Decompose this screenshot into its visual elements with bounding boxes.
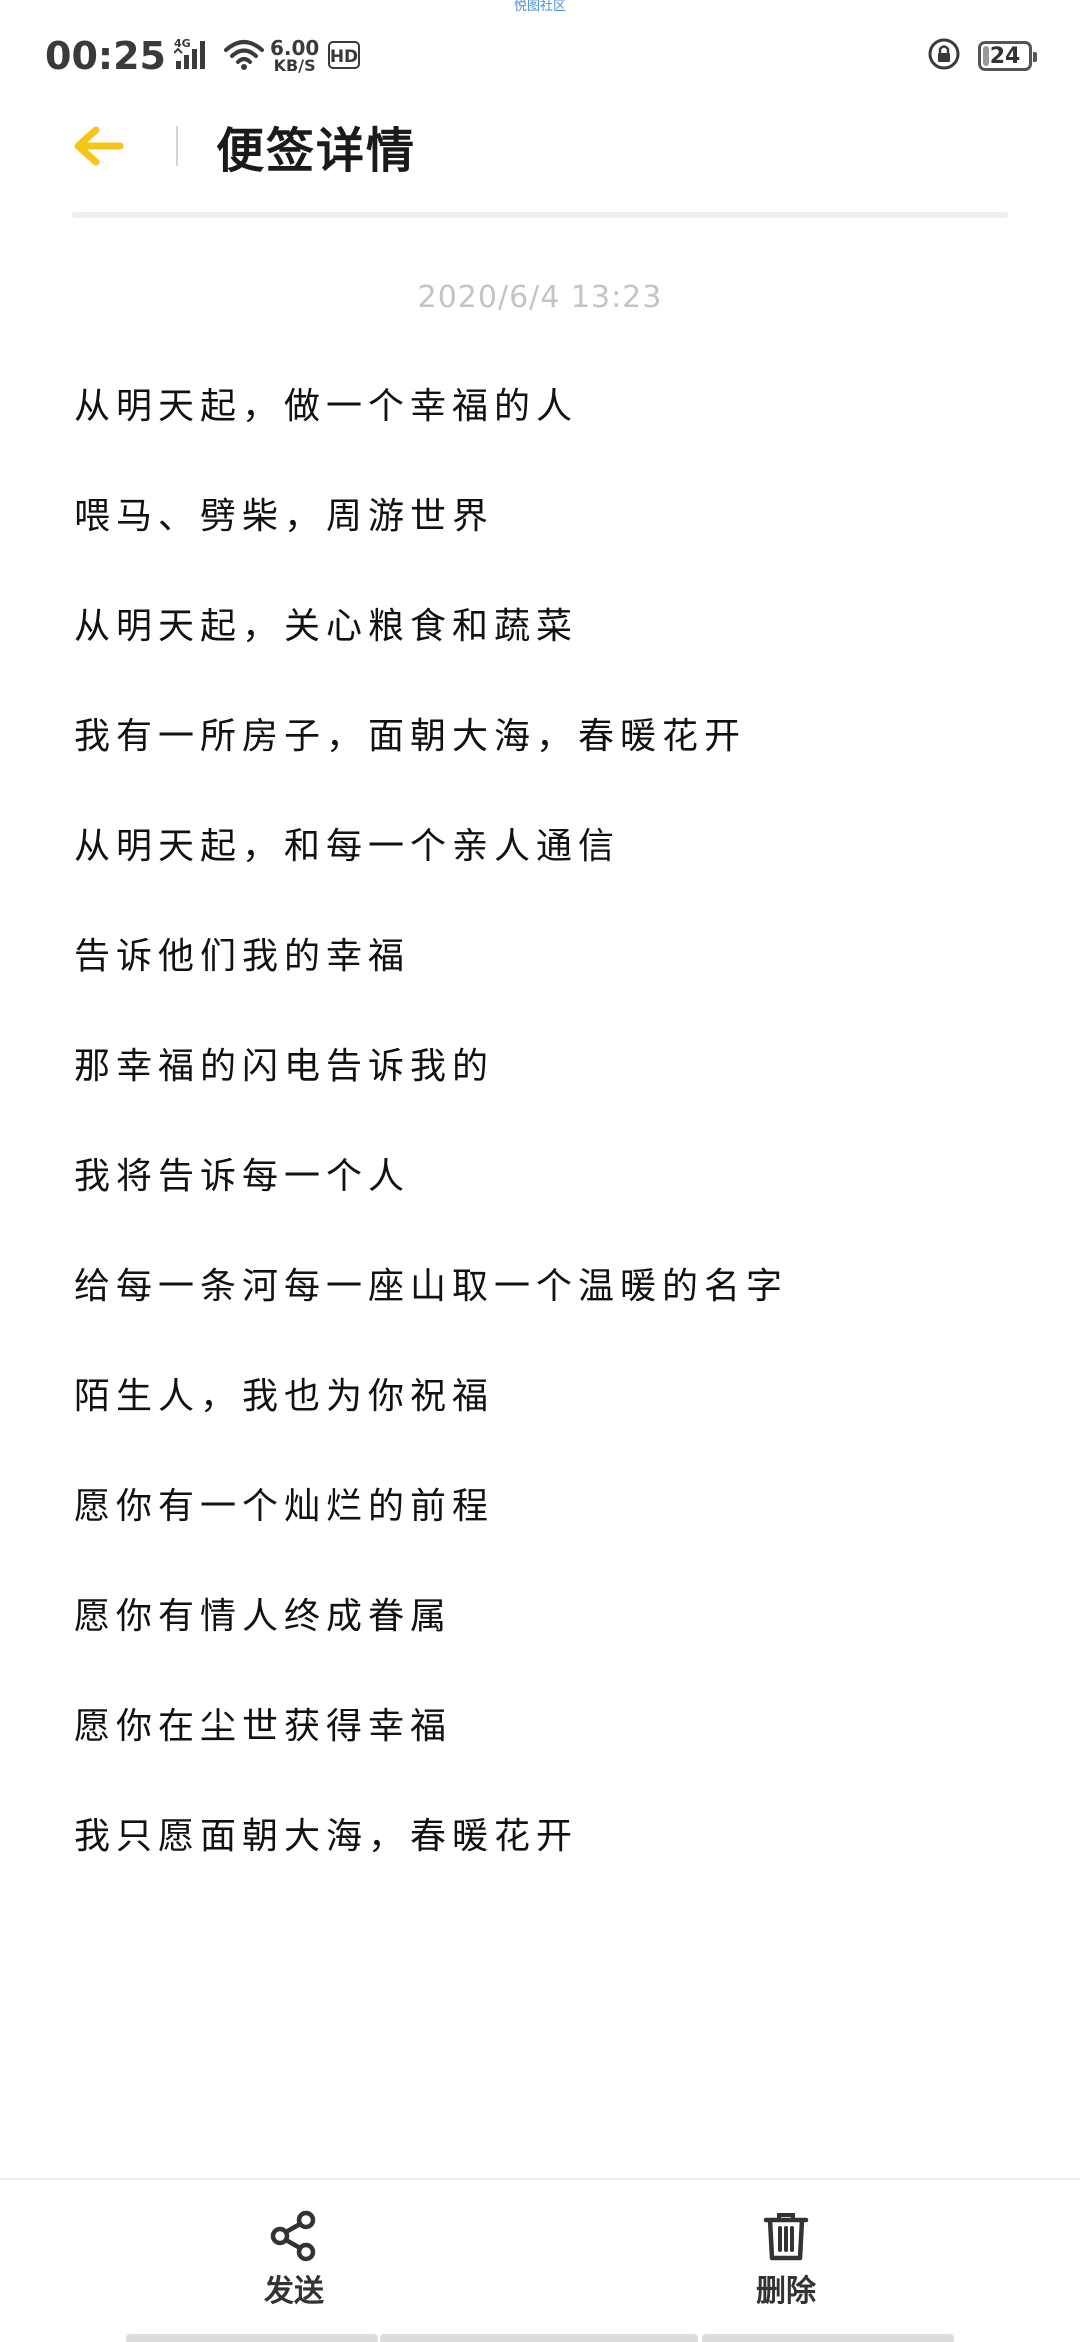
note-line: 我将告诉每一个人 — [74, 1156, 411, 1197]
note-line: 从明天起，和每一个亲人通信 — [74, 826, 621, 867]
note-line: 陌生人，我也为你祝福 — [74, 1376, 495, 1417]
nav-hint-center — [380, 2334, 698, 2342]
note-line: 喂马、劈柴，周游世界 — [74, 496, 495, 537]
watermark-text: 悦图社区 — [513, 0, 566, 14]
nav-hint-right — [702, 2334, 954, 2342]
page-title: 便签详情 — [216, 123, 417, 179]
hd-badge-label: HD — [330, 47, 358, 67]
trash-icon — [763, 2213, 809, 2261]
status-left: 00:25 4G 6.00 KB/S HD — [45, 34, 361, 78]
battery-icon: 24 — [978, 41, 1037, 71]
note-line: 我只愿面朝大海，春暖花开 — [74, 1816, 579, 1857]
note-line: 从明天起，做一个幸福的人 — [74, 386, 579, 427]
rotation-lock-icon — [926, 36, 962, 76]
network-speed-value: 6.00 — [269, 36, 320, 60]
app-header: 便签详情 — [72, 108, 1008, 184]
note-line: 愿你在尘世获得幸福 — [74, 1706, 453, 1747]
note-line: 那幸福的闪电告诉我的 — [74, 1046, 495, 1087]
send-button[interactable]: 发送 — [224, 2210, 364, 2310]
status-time: 00:25 — [45, 34, 166, 78]
status-bar: 00:25 4G 6.00 KB/S HD 24 — [45, 28, 1037, 84]
wifi-icon — [223, 38, 264, 74]
header-divider — [176, 126, 178, 166]
bottom-action-bar: 发送 删除 — [0, 2178, 1080, 2342]
share-icon — [270, 2210, 316, 2262]
network-speed-unit: KB/S — [273, 56, 316, 75]
note-line: 从明天起，关心粮食和蔬菜 — [74, 606, 579, 647]
delete-button[interactable]: 删除 — [716, 2210, 856, 2310]
network-speed: 6.00 KB/S — [270, 38, 319, 74]
note-line: 愿你有一个灿烂的前程 — [74, 1486, 495, 1527]
header-separator — [72, 212, 1008, 218]
note-content[interactable]: 从明天起，做一个幸福的人 喂马、劈柴，周游世界从明天起，关心粮食和蔬菜我有一所房子… — [74, 370, 1006, 1910]
note-line: 愿你有情人终成眷属 — [74, 1596, 453, 1637]
hd-voice-icon: HD — [327, 38, 361, 74]
status-right: 24 — [918, 36, 1037, 76]
note-date: 2020/6/4 13:23 — [417, 280, 663, 315]
nav-hint-left — [126, 2334, 378, 2342]
back-button[interactable] — [72, 116, 132, 176]
arrow-left-icon — [74, 126, 124, 166]
send-label: 发送 — [264, 2274, 324, 2309]
note-line: 我有一所房子，面朝大海，春暖花开 — [74, 716, 747, 757]
note-line: 给每一条河每一座山取一个温暖的名字 — [74, 1266, 789, 1307]
cellular-signal-icon: 4G — [173, 37, 216, 75]
delete-label: 删除 — [756, 2274, 816, 2309]
network-type-label: 4G — [174, 37, 191, 50]
battery-level: 24 — [989, 43, 1021, 69]
note-line: 告诉他们我的幸福 — [74, 936, 411, 977]
